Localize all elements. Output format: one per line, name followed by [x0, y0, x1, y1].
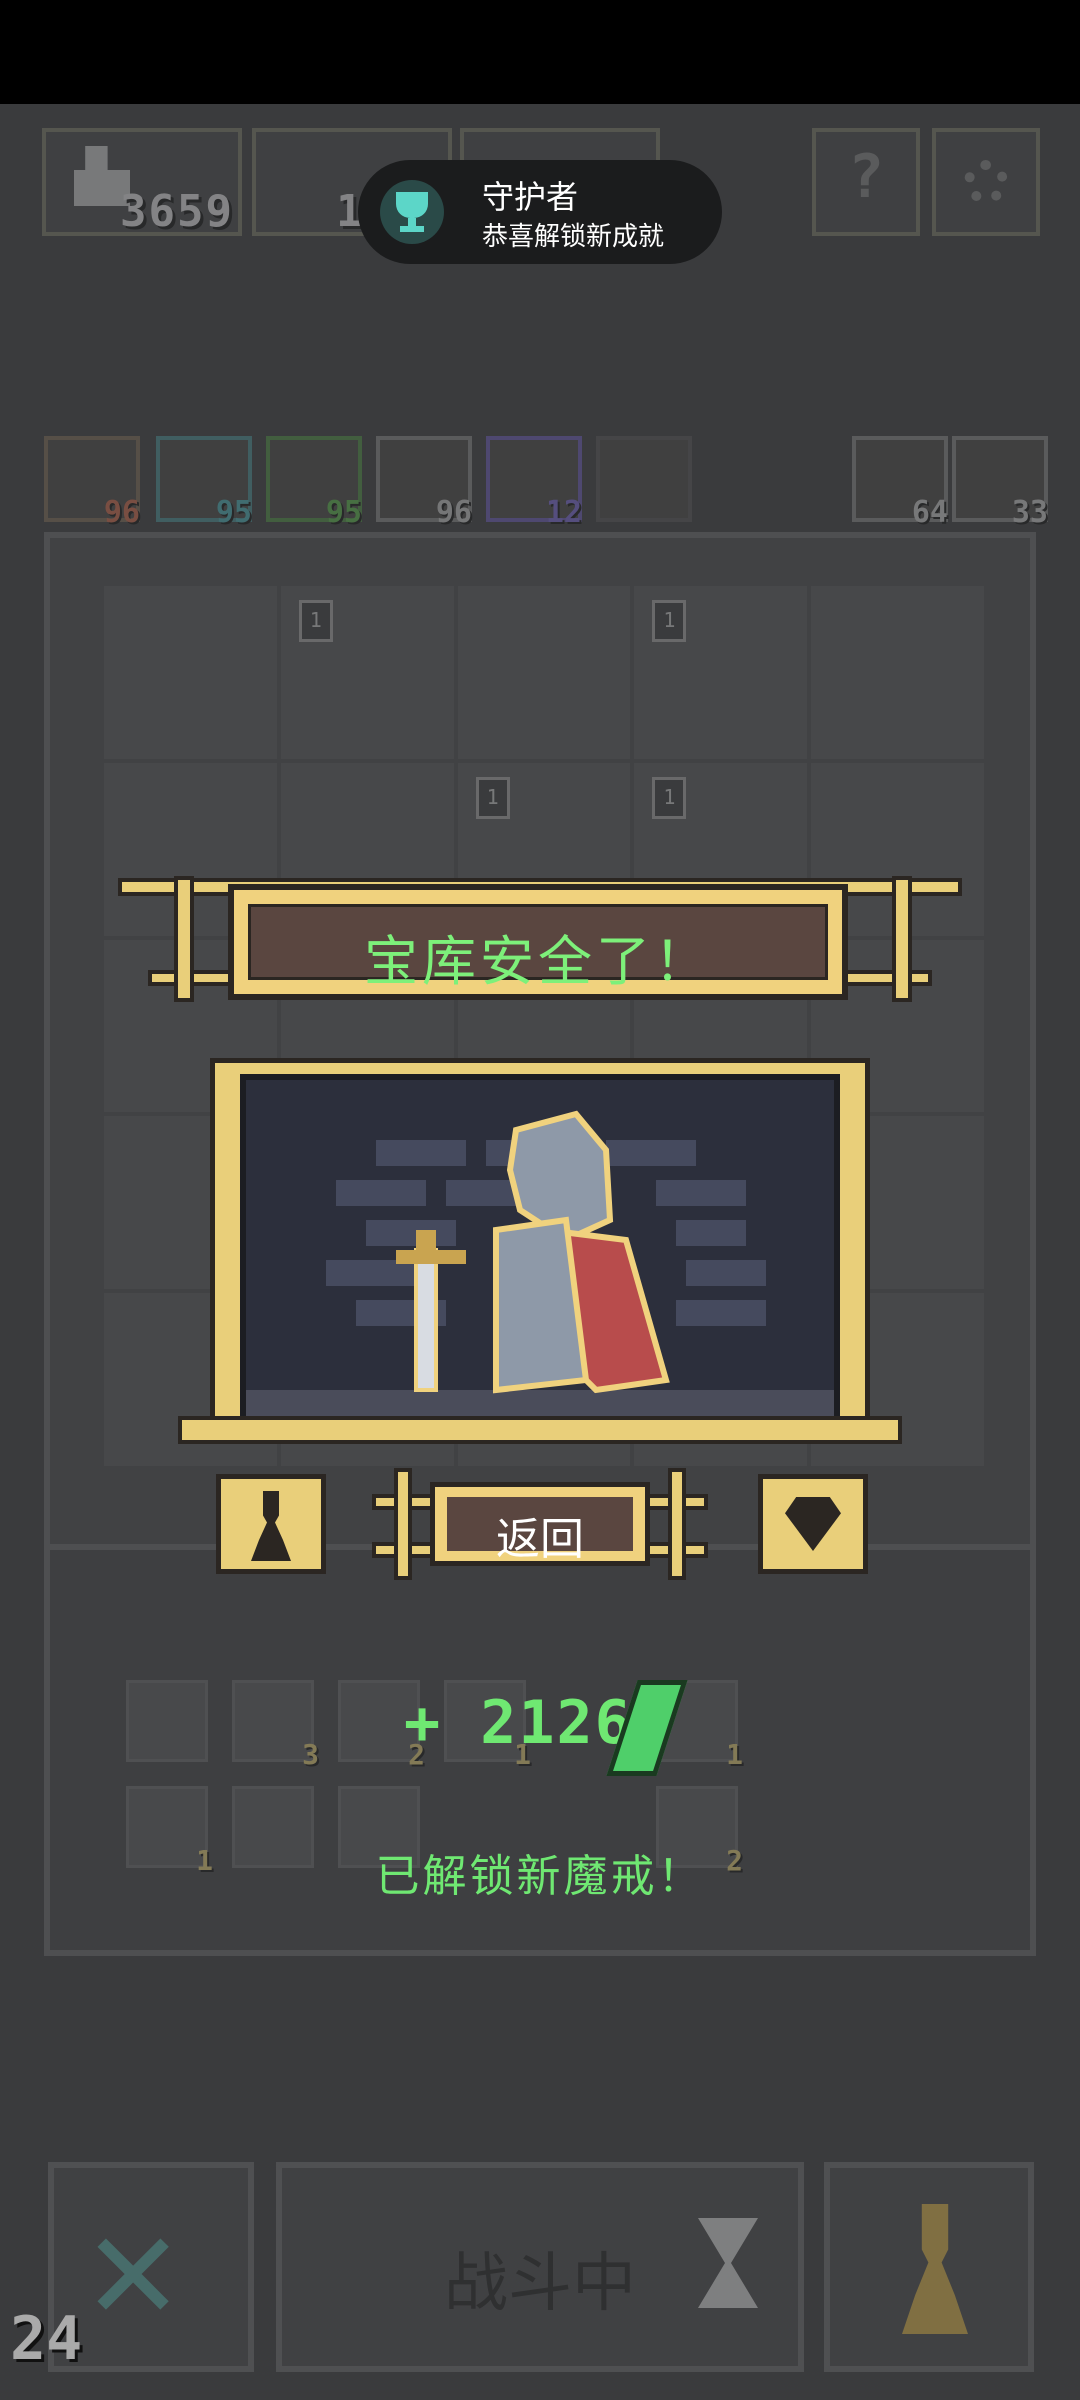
stat-value: 96	[103, 495, 140, 530]
inventory-item[interactable]: 3	[232, 1680, 319, 1771]
stat-attack[interactable]: 96	[44, 436, 140, 530]
pawn-icon	[902, 2204, 968, 2334]
stat-value: 33	[1011, 495, 1048, 530]
reward-display: + 2126	[404, 1680, 694, 1780]
trophy-icon	[380, 180, 444, 244]
stat-value: 12	[545, 495, 582, 530]
gear-icon	[964, 160, 1008, 204]
banner-title: 宝库安全了！	[364, 930, 712, 993]
banner-title-box: 宝库安全了！	[228, 884, 848, 1000]
side-stat-2[interactable]: 33	[952, 436, 1048, 530]
knight-scene	[246, 1110, 834, 1420]
stat-value: 96	[435, 495, 472, 530]
fps-counter: 24	[10, 2304, 83, 2374]
question-icon: ?	[847, 142, 885, 212]
unlock-message: 已解锁新魔戒！	[375, 1851, 705, 1902]
close-icon: ✕	[88, 2180, 179, 2354]
stat-value: 95	[215, 495, 252, 530]
pawn-icon	[251, 1491, 291, 1561]
back-label: 返回	[496, 1514, 584, 1565]
battle-button[interactable]: 战斗中	[276, 2162, 804, 2372]
item-count: 3	[302, 1738, 319, 1771]
stat-empty	[596, 436, 692, 522]
frame-base	[178, 1416, 902, 1444]
achievement-toast: 守护者 恭喜解锁新成就	[358, 160, 722, 264]
info-button[interactable]	[216, 1474, 326, 1574]
status-bar	[0, 0, 1080, 104]
grid-cell[interactable]: 1	[634, 586, 808, 759]
toast-subtitle: 恭喜解锁新成就	[482, 222, 665, 252]
stat-lightning[interactable]: 12	[486, 436, 582, 530]
level-badge: 1	[652, 600, 687, 642]
stat-wings[interactable]: 96	[376, 436, 472, 530]
knight-illustration	[240, 1074, 840, 1426]
grid-cell[interactable]	[457, 586, 631, 759]
stat-value: 95	[325, 495, 362, 530]
grid-cell[interactable]: 1	[280, 586, 454, 759]
toast-title: 守护者	[482, 178, 579, 216]
level-badge: 1	[652, 776, 687, 819]
gem-icon	[785, 1497, 841, 1551]
stat-value: 64	[911, 495, 948, 530]
help-button[interactable]: ?	[812, 128, 920, 236]
stat-magic[interactable]: 95	[156, 436, 252, 530]
reward-amount: + 2126	[404, 1688, 633, 1758]
grid-cell[interactable]	[104, 586, 277, 759]
level-badge: 1	[298, 600, 333, 642]
hero-button[interactable]	[824, 2162, 1034, 2372]
level-badge: 1	[475, 776, 510, 819]
item-count: 1	[726, 1738, 743, 1771]
gem-button[interactable]	[758, 1474, 868, 1574]
grid-cell[interactable]	[811, 586, 984, 759]
back-button[interactable]: 返回	[372, 1468, 708, 1580]
coins-slot[interactable]: 3659	[42, 128, 242, 237]
inventory-item[interactable]	[126, 1680, 208, 1762]
stat-heal[interactable]: 95	[266, 436, 362, 530]
settings-button[interactable]	[932, 128, 1040, 236]
side-stat-1[interactable]: 64	[852, 436, 948, 530]
coins-count: 3659	[120, 186, 234, 237]
